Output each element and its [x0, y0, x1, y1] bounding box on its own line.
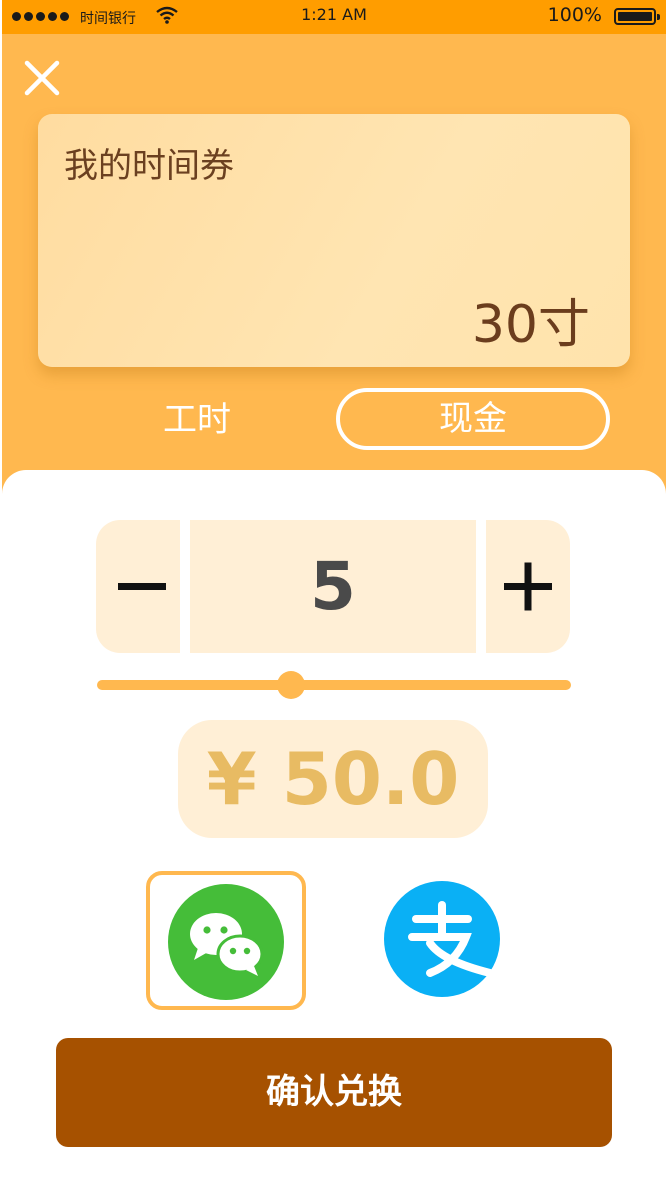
status-bar: 时间银行 1:21 AM 100% — [2, 0, 666, 34]
price-display: ¥ 50.0 — [178, 720, 488, 838]
alipay-icon[interactable] — [384, 881, 500, 997]
battery-icon — [614, 8, 660, 25]
minus-button[interactable] — [96, 520, 180, 653]
close-icon[interactable] — [22, 58, 62, 98]
quantity-slider-track[interactable] — [97, 680, 571, 690]
wechat-icon[interactable] — [168, 884, 284, 1000]
stepper-divider — [180, 520, 190, 653]
tab-cash[interactable]: 现金 — [336, 388, 610, 450]
quantity-value[interactable]: 5 — [190, 520, 476, 653]
voucher-title: 我的时间券 — [64, 146, 234, 186]
voucher-card: 我的时间券 30寸 — [38, 114, 630, 367]
confirm-exchange-button[interactable]: 确认兑换 — [56, 1038, 612, 1147]
plus-button[interactable] — [486, 520, 570, 653]
voucher-amount: 30寸 — [471, 295, 590, 355]
exchange-screen: 时间银行 1:21 AM 100% 我的时间券 30寸 工时 现金 5 ¥ 50… — [2, 0, 666, 1178]
tab-hours[interactable]: 工时 — [132, 392, 262, 448]
battery-percent: 100% — [547, 4, 602, 26]
stepper-divider — [476, 520, 486, 653]
